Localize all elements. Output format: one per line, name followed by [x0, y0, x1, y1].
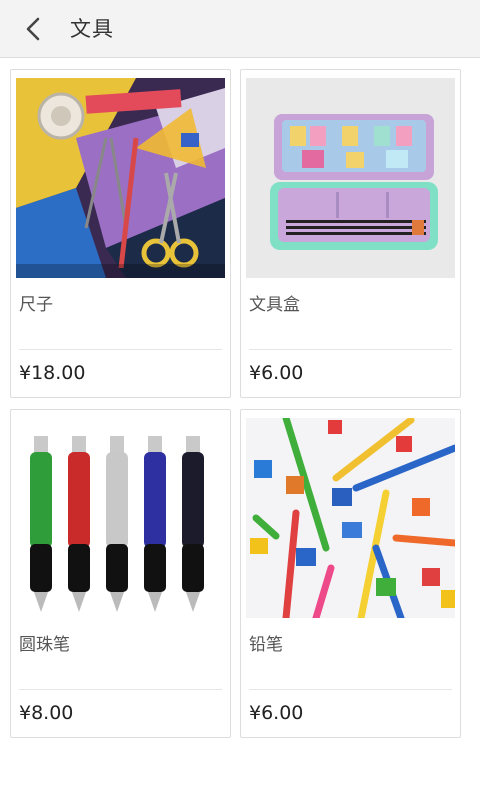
product-price: ¥6.00 [249, 362, 304, 384]
product-image[interactable] [246, 418, 455, 618]
divider [249, 349, 452, 350]
divider [19, 349, 222, 350]
page-title: 文具 [70, 17, 114, 41]
chevron-left-icon [26, 17, 40, 41]
product-image[interactable] [246, 78, 455, 278]
divider [249, 689, 452, 690]
product-card[interactable]: 尺子 ¥18.00 [10, 69, 231, 398]
back-button[interactable] [18, 14, 48, 44]
divider [19, 689, 222, 690]
product-name: 文具盒 [249, 295, 300, 315]
product-image[interactable] [16, 418, 225, 618]
product-card[interactable]: 圆珠笔 ¥8.00 [10, 409, 231, 738]
product-price: ¥18.00 [19, 362, 86, 384]
product-price: ¥8.00 [19, 702, 74, 724]
app-header: 文具 [0, 0, 480, 58]
product-card[interactable]: 文具盒 ¥6.00 [240, 69, 461, 398]
product-card[interactable]: 铅笔 ¥6.00 [240, 409, 461, 738]
product-name: 尺子 [19, 295, 53, 315]
product-name: 铅笔 [249, 635, 283, 655]
product-image[interactable] [16, 78, 225, 278]
product-price: ¥6.00 [249, 702, 304, 724]
product-name: 圆珠笔 [19, 635, 70, 655]
